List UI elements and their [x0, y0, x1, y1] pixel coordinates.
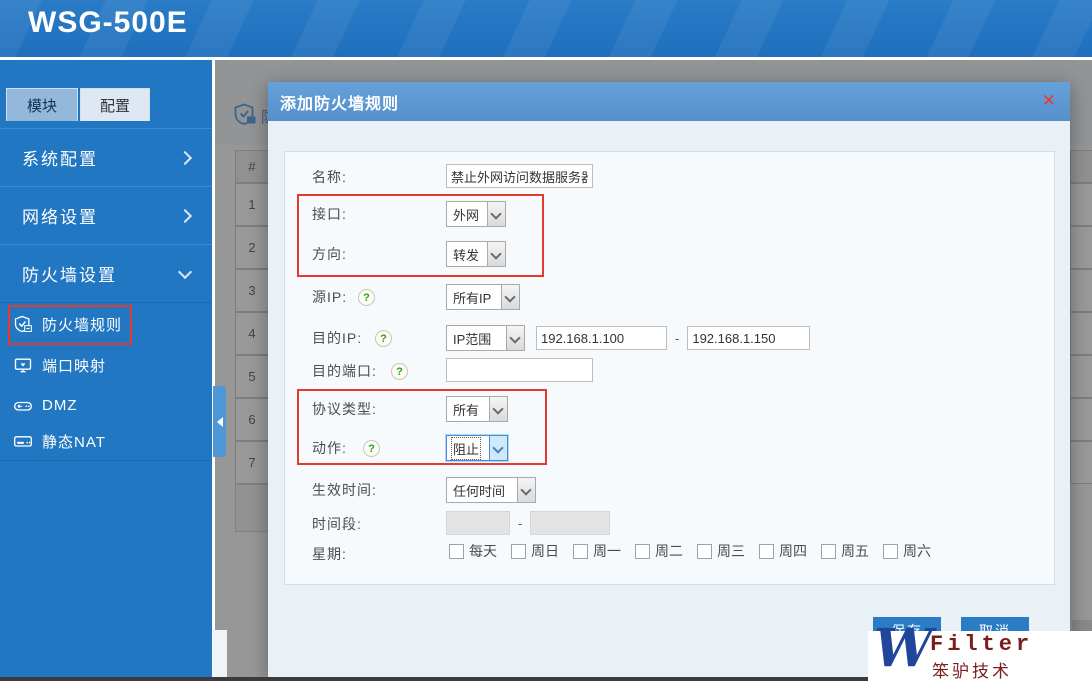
- time-range-label: 时间段:: [312, 516, 362, 532]
- source-ip-select[interactable]: 所有IP: [446, 284, 520, 310]
- sidebar-item-system-config[interactable]: 系统配置: [0, 128, 212, 187]
- week-checkbox-wednesday[interactable]: [697, 543, 712, 559]
- week-checkbox-saturday[interactable]: [883, 543, 898, 559]
- dest-port-row: 目的端口: ?: [285, 358, 1054, 384]
- dialog-title: 添加防火墙规则: [280, 95, 400, 113]
- range-separator: -: [518, 515, 523, 531]
- app-root: WSG-500E 模块 配置 系统配置 网络设置 防火墙设置 防火墙规则 端口映…: [0, 0, 1092, 681]
- interface-select[interactable]: 外网: [446, 201, 506, 227]
- router-icon: [14, 401, 32, 411]
- sidebar-tabs: 模块 配置: [0, 88, 212, 122]
- dialog-titlebar: 添加防火墙规则 ✕: [268, 82, 1070, 121]
- week-checkbox-sunday[interactable]: [511, 543, 526, 559]
- chevron-right-icon: [177, 150, 193, 165]
- protocol-select[interactable]: 所有: [446, 396, 508, 422]
- device-title: WSG-500E: [28, 6, 188, 39]
- protocol-label: 协议类型:: [312, 401, 377, 417]
- shield-check-icon: [14, 315, 32, 333]
- rule-form: 名称: 接口: 外网 方向: 转发: [284, 151, 1055, 585]
- sidebar-item-firewall-settings[interactable]: 防火墙设置: [0, 244, 212, 303]
- scroll-corner: [213, 630, 227, 678]
- action-row: 动作: ? 阻止: [285, 435, 1054, 461]
- effective-time-label: 生效时间:: [312, 482, 377, 498]
- sidebar-item-port-mapping[interactable]: 端口映射: [0, 348, 212, 382]
- tab-modules[interactable]: 模块: [6, 88, 78, 121]
- chevron-down-icon: [506, 326, 524, 350]
- tab-config[interactable]: 配置: [80, 88, 150, 121]
- interface-row: 接口: 外网: [285, 201, 1054, 227]
- protocol-row: 协议类型: 所有: [285, 396, 1054, 422]
- week-checkbox-thursday[interactable]: [759, 543, 774, 559]
- dest-port-label: 目的端口:: [312, 363, 377, 379]
- chevron-right-icon: [177, 208, 193, 223]
- wfilter-brand-text: Filter: [930, 632, 1034, 657]
- effective-time-row: 生效时间: 任何时间: [285, 477, 1054, 503]
- week-row: 星期: 每天 周日 周一 周二 周三 周四 周五 周六: [285, 541, 1054, 567]
- dest-port-input[interactable]: [446, 358, 593, 382]
- week-checkbox-everyday[interactable]: [449, 543, 464, 559]
- name-input[interactable]: [446, 164, 593, 188]
- dest-ip-end-input[interactable]: [687, 326, 811, 350]
- range-separator: -: [675, 330, 680, 346]
- action-label: 动作:: [312, 440, 347, 456]
- help-icon[interactable]: ?: [363, 440, 380, 457]
- direction-label: 方向:: [312, 246, 347, 262]
- dest-ip-label: 目的IP:: [312, 330, 363, 346]
- action-select[interactable]: 阻止: [446, 435, 508, 461]
- sidebar-item-firewall-rules[interactable]: 防火墙规则: [0, 307, 212, 341]
- collapse-left-icon: [216, 416, 223, 427]
- source-ip-label: 源IP:: [312, 289, 348, 305]
- chevron-down-icon: [489, 397, 507, 421]
- wfilter-watermark: W Filter 笨驴技术: [868, 619, 1092, 681]
- chevron-down-icon: [489, 436, 507, 460]
- direction-row: 方向: 转发: [285, 241, 1054, 267]
- sidebar-collapse-handle[interactable]: [213, 386, 226, 457]
- time-end-input: [530, 511, 611, 535]
- app-header: WSG-500E: [0, 0, 1092, 57]
- chevron-down-icon: [501, 285, 519, 309]
- time-range-row: 时间段: -: [285, 511, 1054, 537]
- dest-ip-start-input[interactable]: [536, 326, 667, 350]
- chevron-down-icon: [487, 202, 505, 226]
- sidebar-item-network-settings[interactable]: 网络设置: [0, 186, 212, 245]
- help-icon[interactable]: ?: [375, 330, 392, 347]
- week-checkbox-tuesday[interactable]: [635, 543, 650, 559]
- direction-select[interactable]: 转发: [446, 241, 506, 267]
- wfilter-company-text: 笨驴技术: [932, 662, 1012, 681]
- chevron-down-icon: [177, 264, 193, 280]
- name-row: 名称:: [285, 164, 1054, 190]
- chevron-down-icon: [517, 478, 535, 502]
- dest-ip-select[interactable]: IP范围: [446, 325, 525, 351]
- help-icon[interactable]: ?: [391, 363, 408, 380]
- chevron-down-icon: [487, 242, 505, 266]
- interface-label: 接口:: [312, 206, 347, 222]
- week-label: 星期:: [312, 546, 347, 562]
- server-icon: [14, 436, 32, 447]
- sidebar: 模块 配置 系统配置 网络设置 防火墙设置 防火墙规则 端口映射 DMZ 静态N…: [0, 60, 212, 681]
- name-label: 名称:: [312, 169, 347, 185]
- dest-ip-row: 目的IP: ? IP范围 -: [285, 325, 1054, 351]
- time-start-input: [446, 511, 510, 535]
- week-checkbox-friday[interactable]: [821, 543, 836, 559]
- sidebar-item-dmz[interactable]: DMZ: [0, 388, 212, 422]
- monitor-icon: [14, 358, 32, 373]
- sidebar-item-static-nat[interactable]: 静态NAT: [0, 424, 212, 458]
- sidebar-divider: [0, 460, 212, 461]
- week-checkbox-monday[interactable]: [573, 543, 588, 559]
- source-ip-row: 源IP: ? 所有IP: [285, 284, 1054, 310]
- close-icon[interactable]: ✕: [1042, 91, 1056, 111]
- effective-time-select[interactable]: 任何时间: [446, 477, 536, 503]
- wfilter-logo: W: [874, 618, 933, 679]
- add-firewall-rule-dialog: 添加防火墙规则 ✕ 名称: 接口: 外网 方向:: [268, 82, 1070, 677]
- help-icon[interactable]: ?: [358, 289, 375, 306]
